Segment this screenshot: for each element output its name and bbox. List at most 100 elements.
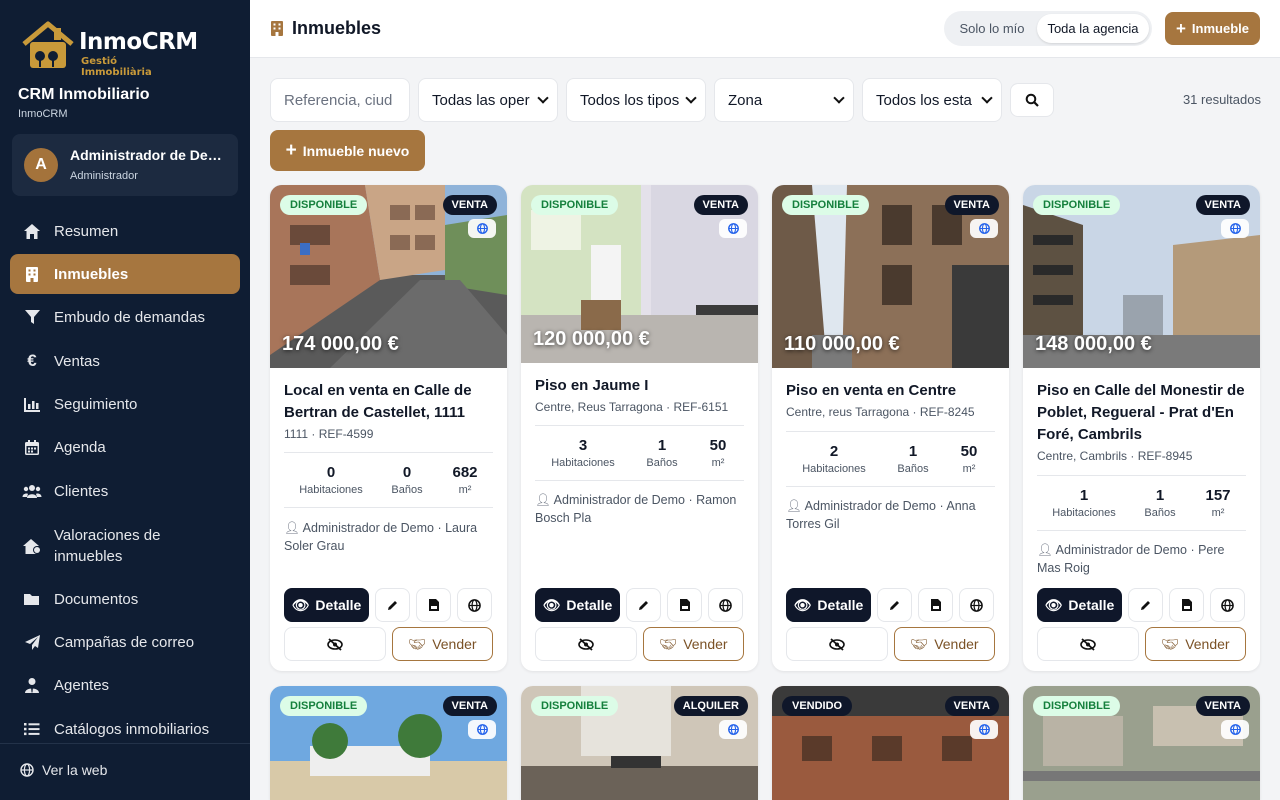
publish-web-button[interactable] bbox=[457, 588, 492, 622]
property-photo[interactable]: VENDIDO VENTA bbox=[772, 686, 1009, 800]
property-photo[interactable]: DISPONIBLE VENTA bbox=[1023, 686, 1260, 800]
pdf-button[interactable] bbox=[667, 588, 702, 622]
pdf-file-icon bbox=[930, 599, 941, 611]
nav-item-seguimiento[interactable]: Seguimiento bbox=[10, 384, 240, 424]
nav-item-agenda[interactable]: Agenda bbox=[10, 427, 240, 467]
funnel-icon bbox=[22, 307, 42, 327]
logo-tagline: Gestió Immobiliària bbox=[81, 56, 152, 78]
property-card[interactable]: DISPONIBLE VENTA 148 000,00 € Piso en Ca… bbox=[1023, 185, 1260, 671]
toggle-only-mine[interactable]: Solo lo mío bbox=[950, 14, 1034, 43]
sell-button[interactable]: 🤝︎ Vender bbox=[1145, 627, 1246, 661]
toggle-whole-agency[interactable]: Toda la agencia bbox=[1037, 14, 1149, 43]
sell-label: Vender bbox=[1185, 636, 1230, 652]
property-photo[interactable]: DISPONIBLE VENTA 148 000,00 € bbox=[1023, 185, 1260, 368]
property-card[interactable]: VENDIDO VENTA bbox=[772, 686, 1009, 800]
rooms-stat: 2 Habitaciones bbox=[794, 443, 874, 475]
agents-text: Administrador de Demo · Anna Torres Gil bbox=[786, 499, 976, 531]
operation-select[interactable]: Todas las oper bbox=[418, 78, 558, 122]
user-role: Administrador bbox=[70, 170, 138, 182]
eye-icon: 👁︎ bbox=[793, 596, 812, 613]
chevron-down-icon bbox=[981, 92, 993, 104]
handshake-icon: 🤝︎ bbox=[659, 635, 678, 652]
hide-button[interactable] bbox=[1037, 627, 1139, 661]
nav-label: Clientes bbox=[54, 482, 109, 500]
area-value: 157 bbox=[1205, 487, 1231, 504]
property-location: 1111 · REF-4599 bbox=[284, 427, 374, 441]
nav-item-agentes[interactable]: Agentes bbox=[10, 665, 240, 705]
property-title[interactable]: Local en venta en Calle de Bertran de Ca… bbox=[284, 380, 496, 424]
property-photo[interactable]: DISPONIBLE VENTA bbox=[270, 686, 507, 800]
property-card[interactable]: DISPONIBLE ALQUILER bbox=[521, 686, 758, 800]
edit-button[interactable] bbox=[1128, 588, 1163, 622]
hide-button[interactable] bbox=[535, 627, 637, 661]
hide-button[interactable] bbox=[284, 627, 386, 661]
sell-button[interactable]: 🤝︎ Vender bbox=[894, 627, 995, 661]
status-badge: DISPONIBLE bbox=[782, 195, 870, 215]
pencil-icon bbox=[388, 600, 397, 610]
publish-web-button[interactable] bbox=[1210, 588, 1245, 622]
area-stat: 157 m² bbox=[1178, 487, 1258, 519]
nav-item-embudo[interactable]: Embudo de demandas bbox=[10, 297, 240, 337]
property-card[interactable]: DISPONIBLE VENTA bbox=[270, 686, 507, 800]
view-website-link[interactable]: Ver la web bbox=[20, 762, 107, 778]
rooms-stat: 0 Habitaciones bbox=[291, 464, 371, 496]
type-select[interactable]: Todos los tipos bbox=[566, 78, 706, 122]
sell-button[interactable]: 🤝︎ Vender bbox=[643, 627, 744, 661]
assigned-agents: 👤︎ Administrador de Demo · Anna Torres G… bbox=[786, 497, 998, 533]
pdf-button[interactable] bbox=[918, 588, 953, 622]
zone-select[interactable]: Zona bbox=[714, 78, 854, 122]
nav-item-ventas[interactable]: € Ventas bbox=[10, 341, 240, 381]
page-title: Inmuebles bbox=[270, 18, 381, 39]
add-property-button[interactable]: + Inmueble bbox=[1165, 12, 1260, 45]
hide-button[interactable] bbox=[786, 627, 888, 661]
edit-button[interactable] bbox=[626, 588, 661, 622]
property-card[interactable]: DISPONIBLE VENTA 174 000,00 € Local en v… bbox=[270, 185, 507, 671]
property-title[interactable]: Piso en Jaume I bbox=[535, 375, 747, 397]
pdf-button[interactable] bbox=[416, 588, 451, 622]
status-select[interactable]: Todos los esta bbox=[862, 78, 1002, 122]
nav-item-campanas[interactable]: Campañas de correo bbox=[10, 622, 240, 662]
property-photo[interactable]: DISPONIBLE VENTA 120 000,00 € bbox=[521, 185, 758, 363]
detail-button[interactable]: 👁︎ Detalle bbox=[284, 588, 369, 622]
area-value: 682 bbox=[452, 464, 478, 481]
sell-button[interactable]: 🤝︎ Vender bbox=[392, 627, 493, 661]
property-card[interactable]: DISPONIBLE VENTA 120 000,00 € Piso en Ja… bbox=[521, 185, 758, 671]
property-title[interactable]: Piso en venta en Centre bbox=[786, 380, 998, 402]
detail-button[interactable]: 👁︎ Detalle bbox=[535, 588, 620, 622]
property-photo[interactable]: DISPONIBLE ALQUILER bbox=[521, 686, 758, 800]
app-logo[interactable]: InmoCRM Gestió Immobiliària bbox=[20, 18, 198, 78]
publish-web-button[interactable] bbox=[708, 588, 743, 622]
nav-item-valoraciones[interactable]: Valoraciones de inmuebles bbox=[10, 524, 240, 568]
rooms-stat: 3 Habitaciones bbox=[543, 437, 623, 469]
edit-button[interactable] bbox=[877, 588, 912, 622]
property-photo[interactable]: DISPONIBLE VENTA 174 000,00 € bbox=[270, 185, 507, 368]
property-title[interactable]: Piso en Calle del Monestir de Poblet, Re… bbox=[1037, 380, 1249, 446]
nav-label: Agentes bbox=[54, 676, 110, 694]
eye-slash-icon bbox=[578, 637, 594, 651]
view-website-label: Ver la web bbox=[42, 762, 108, 778]
area-stat: 50 m² bbox=[678, 437, 758, 469]
property-card[interactable]: DISPONIBLE VENTA 110 000,00 € Piso en ve… bbox=[772, 185, 1009, 671]
detail-button[interactable]: 👁︎ Detalle bbox=[1037, 588, 1122, 622]
property-card[interactable]: DISPONIBLE VENTA bbox=[1023, 686, 1260, 800]
search-button[interactable] bbox=[1010, 83, 1054, 117]
user-profile[interactable]: A Administrador de Demo Administrador bbox=[12, 134, 238, 196]
agents-text: Administrador de Demo · Ramon Bosch Pla bbox=[535, 493, 737, 525]
publish-web-button[interactable] bbox=[959, 588, 994, 622]
detail-button[interactable]: 👁︎ Detalle bbox=[786, 588, 871, 622]
nav-label: Documentos bbox=[54, 590, 139, 608]
pdf-button[interactable] bbox=[1169, 588, 1204, 622]
eye-icon: 👁︎ bbox=[1044, 596, 1063, 613]
search-input[interactable]: Referencia, ciud bbox=[270, 78, 410, 122]
nav-label: Campañas de correo bbox=[54, 633, 195, 651]
globe-icon bbox=[970, 598, 983, 612]
nav-item-inmuebles[interactable]: Inmuebles bbox=[10, 254, 240, 294]
nav-item-clientes[interactable]: Clientes bbox=[10, 471, 240, 511]
nav-item-documentos[interactable]: Documentos bbox=[10, 579, 240, 619]
status-badge: DISPONIBLE bbox=[531, 195, 619, 215]
edit-button[interactable] bbox=[375, 588, 410, 622]
new-property-button[interactable]: + Inmueble nuevo bbox=[270, 130, 425, 171]
property-photo[interactable]: DISPONIBLE VENTA 110 000,00 € bbox=[772, 185, 1009, 368]
nav-item-resumen[interactable]: Resumen bbox=[10, 211, 240, 251]
price: 148 000,00 € bbox=[1035, 333, 1152, 355]
